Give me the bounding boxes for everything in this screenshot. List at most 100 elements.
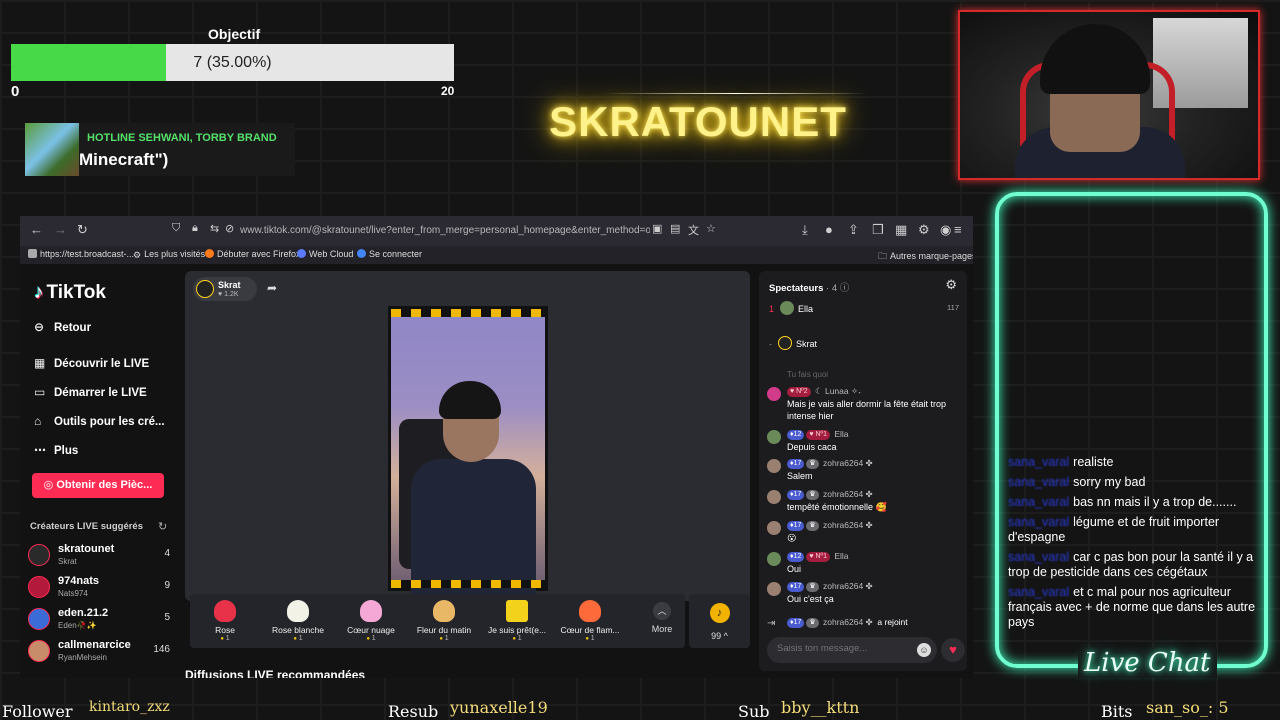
- chat-avatar[interactable]: [767, 430, 781, 444]
- suggested-creator[interactable]: skratounet Skrat 4: [28, 542, 178, 570]
- back-link[interactable]: ⊖ Retour: [34, 320, 91, 334]
- tiktok-logo[interactable]: ♪ TikTok: [34, 282, 106, 304]
- chat-badge: ♥ Nº1: [806, 430, 830, 440]
- nav-discover-live[interactable]: ▦ Découvrir le LIVE: [34, 356, 149, 370]
- gift-name: Rose blanche: [272, 625, 324, 635]
- gift-item[interactable]: Cœur de flam...1: [555, 596, 625, 646]
- tiktok-note-icon: ♪: [34, 282, 44, 303]
- gift-price: 1: [263, 635, 333, 642]
- forward-arrow-icon[interactable]: →: [54, 222, 67, 237]
- translate-icon[interactable]: 文: [688, 222, 699, 238]
- extension-red-icon[interactable]: ▦: [895, 222, 907, 238]
- chat-badge: ♦17: [787, 582, 805, 592]
- now-playing-widget: HOTLINE SEHWANI, TORBY BRAND Minecraft"): [25, 123, 295, 176]
- chat-username[interactable]: zohra6264 ✤: [823, 458, 873, 468]
- bookmark-test-broadcast[interactable]: https://test.broadcast-...: [28, 249, 134, 259]
- creator-viewer-count: 5: [164, 612, 170, 623]
- reader-view-icon[interactable]: ▤: [670, 222, 680, 235]
- url-text[interactable]: www.tiktok.com/@skratounet/live?enter_fr…: [240, 225, 650, 236]
- coin-icon: ◎: [43, 479, 57, 491]
- chat-avatar[interactable]: [767, 490, 781, 504]
- share-page-icon[interactable]: ⇪: [848, 222, 859, 238]
- reload-icon[interactable]: ↻: [77, 222, 88, 238]
- bookmark-other[interactable]: 🗀 Autres marque-pages: [878, 249, 973, 265]
- host-chip[interactable]: Skrat ♥ 1.2K: [193, 277, 257, 301]
- bookmark-web-cloud[interactable]: Web Cloud: [297, 249, 353, 259]
- shield-icon[interactable]: ⛉: [172, 222, 180, 235]
- video-frame-border-top: [391, 309, 545, 317]
- suggested-creator[interactable]: callmenarcice RyanMehsein 146: [28, 638, 178, 666]
- top-viewer-1[interactable]: 1 Ella: [769, 301, 813, 315]
- coin-balance[interactable]: ♪ 99 ^: [689, 594, 750, 648]
- gift-item[interactable]: Rose1: [190, 596, 260, 646]
- extension-d-icon[interactable]: ●: [825, 222, 833, 237]
- more-gifts-button[interactable]: ︿ More: [642, 596, 682, 634]
- creator-name: eden.21.2: [58, 607, 109, 619]
- chat-avatar[interactable]: [767, 582, 781, 596]
- settings-gear-icon[interactable]: ⚙: [918, 222, 930, 238]
- chat-username[interactable]: Ella: [834, 429, 848, 439]
- gift-item[interactable]: Cœur nuage1: [336, 596, 406, 646]
- picture-in-picture-icon[interactable]: ▣: [652, 222, 662, 235]
- extension-icon[interactable]: ❒: [872, 222, 884, 238]
- chat-username[interactable]: zohra6264 ✤: [823, 581, 873, 591]
- gift-name: Cœur nuage: [347, 625, 395, 635]
- info-icon[interactable]: ⓘ: [840, 283, 850, 294]
- live-video-player[interactable]: [388, 306, 548, 594]
- suggested-creator[interactable]: 974nats Nats974 9: [28, 574, 178, 602]
- permissions-icon[interactable]: ⇆: [210, 222, 219, 235]
- extension-controller-icon[interactable]: ◉: [940, 222, 951, 238]
- share-icon[interactable]: ➦: [267, 281, 277, 295]
- address-bar[interactable]: ⛉ 🔒︎ ⇆ ⊘ www.tiktok.com/@skratounet/live…: [168, 221, 716, 241]
- chat-input-wrapper: ☺: [767, 637, 937, 663]
- bookmarks-bar: https://test.broadcast-... ⚙ Les plus vis…: [20, 246, 973, 264]
- gear-icon: ⚙: [133, 250, 142, 260]
- gift-item[interactable]: Je suis prêt(e...1: [482, 596, 552, 646]
- gift-item[interactable]: Rose blanche1: [263, 596, 333, 646]
- chat-username[interactable]: Ella: [834, 551, 848, 561]
- chat-message-input[interactable]: [777, 643, 907, 654]
- viewer-avatar: [780, 301, 795, 315]
- creator-name: skratounet: [58, 543, 115, 555]
- goal-progress-text: 7 (35.00%): [193, 54, 272, 71]
- get-coins-button[interactable]: ◎ Obtenir des Pièc...: [32, 473, 164, 498]
- live-chat-username: sana_varal: [1008, 585, 1070, 599]
- chat-username[interactable]: zohra6264 ✤: [823, 520, 873, 530]
- refresh-icon[interactable]: ↻: [158, 520, 167, 533]
- menu-hamburger-icon[interactable]: ≡: [954, 222, 962, 237]
- chat-message-text: Salem: [787, 471, 813, 481]
- chat-avatar[interactable]: [767, 521, 781, 535]
- nav-start-live[interactable]: ▭ Démarrer le LIVE: [34, 385, 147, 399]
- chat-avatar[interactable]: [767, 552, 781, 566]
- top-viewer-2[interactable]: - Skrat: [769, 336, 817, 350]
- bookmark-sign-in[interactable]: Se connecter: [357, 249, 422, 259]
- streamer-name-neon: SKRATOUNET: [549, 98, 847, 145]
- back-arrow-icon[interactable]: ←: [30, 222, 43, 237]
- bookmark-firefox[interactable]: Débuter avec Firefox: [205, 249, 301, 259]
- chat-settings-gear-icon[interactable]: ⚙: [945, 277, 957, 293]
- page-icon: [28, 249, 37, 258]
- chat-message-text: Mais je vais aller dormir la fête était …: [787, 399, 947, 421]
- live-chat-line: sana_varal car c pas bon pour la santé il…: [1008, 550, 1258, 580]
- gift-item[interactable]: Fleur du matin1: [409, 596, 479, 646]
- chat-badge: ♛: [806, 459, 819, 469]
- live-chat-line: sana_varal et c mal pour nos agriculteur …: [1008, 585, 1258, 630]
- nav-creator-tools[interactable]: ⌂ Outils pour les cré...: [34, 414, 165, 428]
- chat-username[interactable]: ☾ Lunaa ✧˖: [815, 386, 861, 396]
- bookmark-star-icon[interactable]: ☆: [706, 222, 716, 235]
- chat-username[interactable]: zohra6264 ✤: [823, 489, 873, 499]
- emoji-icon[interactable]: ☺: [917, 643, 931, 657]
- download-icon[interactable]: ⤓: [802, 222, 808, 238]
- rose-gift-icon: [214, 600, 236, 622]
- chat-avatar[interactable]: [767, 459, 781, 473]
- camera-icon: ▭: [34, 385, 46, 399]
- lock-icon[interactable]: 🔒︎: [192, 222, 198, 235]
- chat-avatar[interactable]: [767, 387, 781, 401]
- like-heart-button[interactable]: ♥: [941, 638, 965, 662]
- home-icon: ⌂: [34, 414, 42, 428]
- nav-more[interactable]: ⋯ Plus: [34, 443, 78, 457]
- no-autoplay-icon[interactable]: ⊘: [225, 222, 234, 235]
- bookmark-most-visited[interactable]: ⚙ Les plus visités: [133, 249, 205, 260]
- live-chat-username: sana_varal: [1008, 550, 1070, 564]
- suggested-creator[interactable]: eden.21.2 Eden🥀✨ 5: [28, 606, 178, 634]
